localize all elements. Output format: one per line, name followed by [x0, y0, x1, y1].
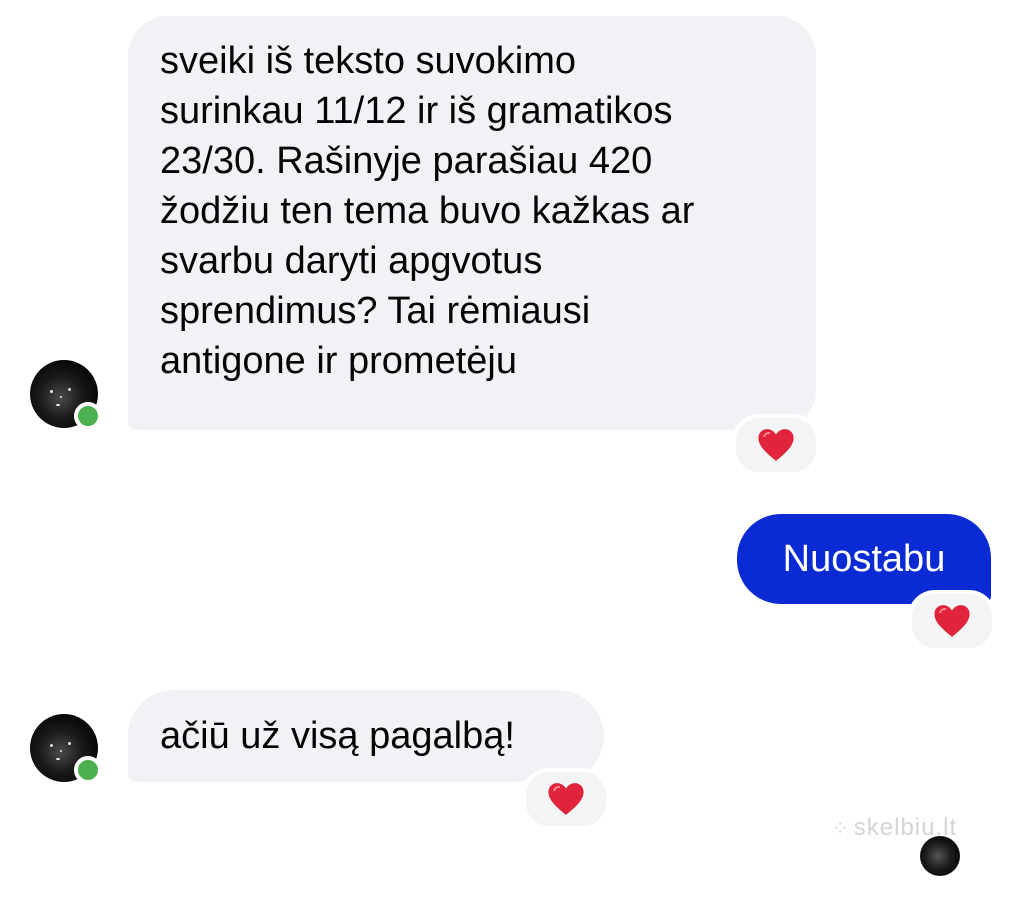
online-status-indicator — [74, 756, 102, 784]
heart-icon — [758, 429, 794, 461]
incoming-message-bubble[interactable]: ačiū už visą pagalbą! — [128, 690, 604, 782]
heart-reaction[interactable] — [522, 768, 610, 830]
chat-thread: sveiki iš teksto suvokimo surinkau 11/12… — [0, 0, 1010, 900]
read-receipt-avatar — [920, 836, 960, 876]
watermark-logo-icon: ⁘ — [832, 818, 850, 840]
incoming-message-bubble[interactable]: sveiki iš teksto suvokimo surinkau 11/12… — [128, 16, 816, 430]
contact-avatar[interactable] — [30, 714, 102, 784]
contact-avatar[interactable] — [30, 360, 102, 430]
heart-reaction[interactable] — [732, 414, 820, 476]
online-status-indicator — [74, 402, 102, 430]
heart-reaction[interactable] — [908, 590, 996, 652]
heart-icon — [548, 783, 584, 815]
heart-icon — [934, 605, 970, 637]
